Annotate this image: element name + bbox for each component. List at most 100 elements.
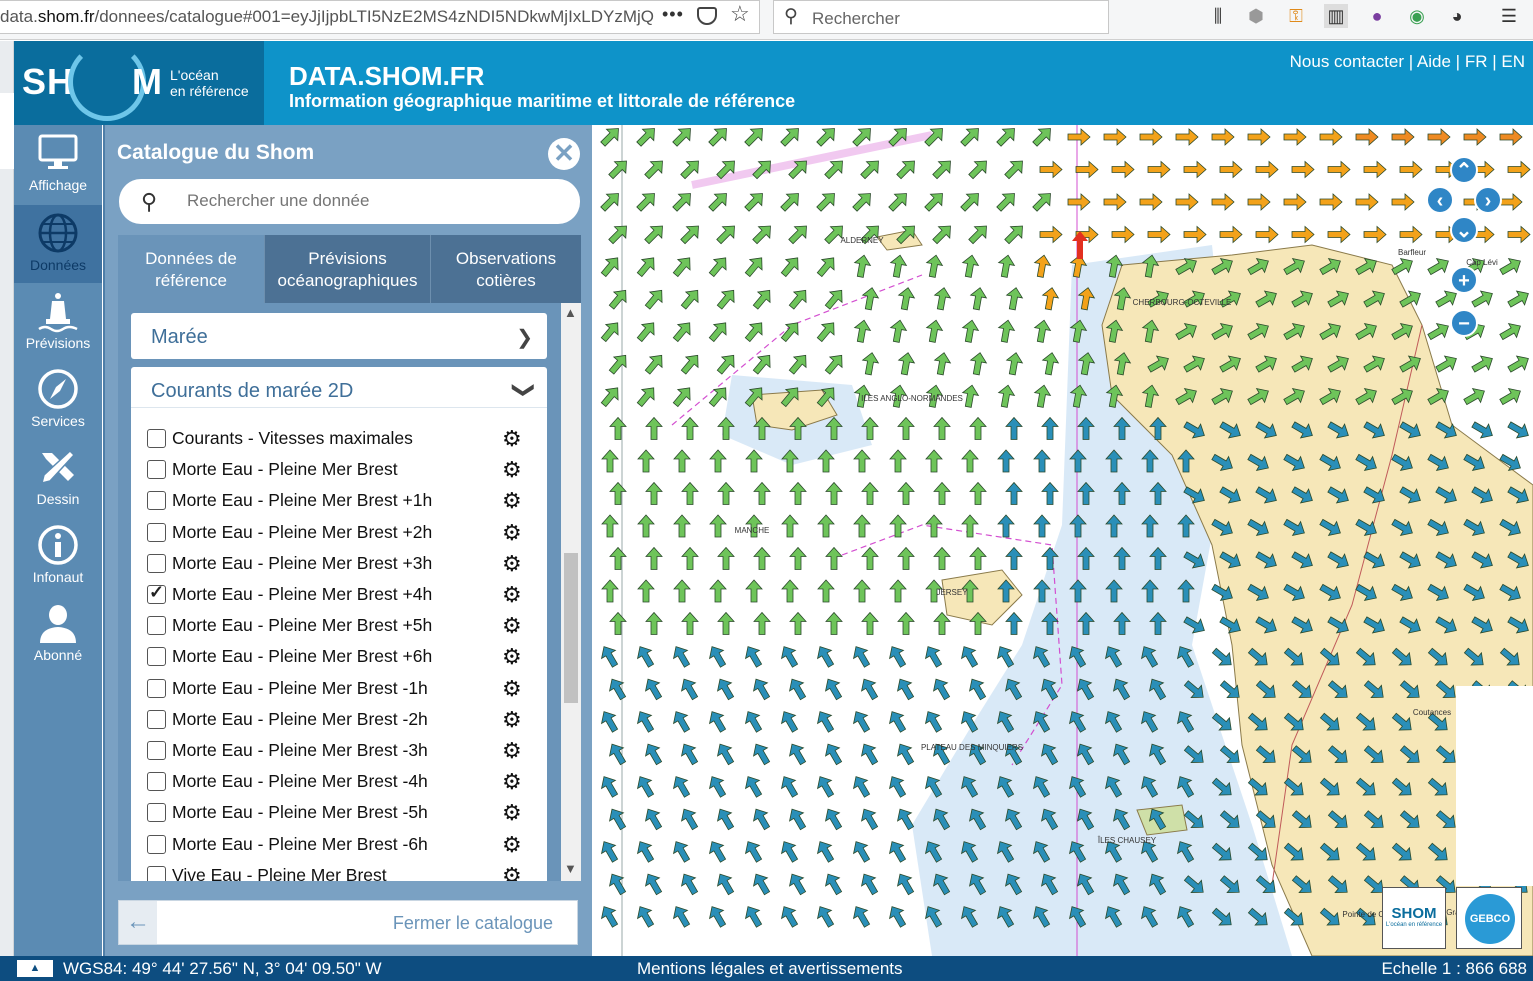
key-icon[interactable]: ⚿ bbox=[1284, 4, 1308, 28]
sidebar-item-dessin[interactable]: Dessin bbox=[14, 439, 102, 517]
browser-search-box[interactable]: ⚲ Rechercher bbox=[773, 0, 1109, 34]
pan-left-icon[interactable]: ‹ bbox=[1426, 186, 1454, 214]
pan-up-icon[interactable]: ⌃ bbox=[1450, 156, 1478, 184]
shom-logo[interactable]: SH M L'océan en référence bbox=[14, 41, 264, 125]
current-arrow bbox=[608, 354, 627, 375]
close-catalogue-button[interactable]: ← Fermer le catalogue bbox=[118, 900, 578, 945]
gear-icon[interactable]: ⚙ bbox=[502, 863, 522, 881]
gear-icon[interactable]: ⚙ bbox=[502, 676, 522, 702]
gear-icon[interactable]: ⚙ bbox=[502, 551, 522, 577]
layer-row[interactable]: Morte Eau - Pleine Mer Brest +6h ⚙ bbox=[147, 644, 532, 672]
current-arrow bbox=[824, 354, 843, 375]
sidebar-item-donnees[interactable]: Données bbox=[14, 205, 102, 283]
contact-link[interactable]: Nous contacter bbox=[1290, 52, 1404, 71]
gear-icon[interactable]: ⚙ bbox=[502, 707, 522, 733]
current-arrow bbox=[716, 354, 735, 375]
layer-checkbox[interactable] bbox=[147, 678, 166, 698]
account-icon[interactable]: ◕ bbox=[1445, 4, 1469, 28]
sidebar-item-services[interactable]: Services bbox=[14, 361, 102, 439]
current-arrow bbox=[1507, 290, 1529, 308]
gear-icon[interactable]: ⚙ bbox=[502, 613, 522, 639]
sidebar-item-affichage[interactable]: Affichage bbox=[14, 125, 102, 203]
catalogue-search-input[interactable] bbox=[187, 191, 557, 211]
layer-checkbox[interactable] bbox=[147, 803, 166, 823]
tab-previsions-oceanographiques[interactable]: Prévisions océanographiques bbox=[264, 235, 430, 303]
extension-color-icon[interactable]: ◉ bbox=[1405, 4, 1429, 28]
gebco-logo[interactable]: GEBCO bbox=[1456, 887, 1522, 949]
layer-checkbox[interactable] bbox=[147, 772, 166, 792]
layer-row[interactable]: Morte Eau - Pleine Mer Brest ⚙ bbox=[147, 457, 532, 485]
layer-row[interactable]: Morte Eau - Pleine Mer Brest +3h ⚙ bbox=[147, 551, 532, 579]
layer-row[interactable]: Morte Eau - Pleine Mer Brest -1h ⚙ bbox=[147, 676, 532, 704]
layer-checkbox[interactable] bbox=[147, 460, 166, 480]
layer-row[interactable]: Courants - Vitesses maximales ⚙ bbox=[147, 426, 532, 454]
sidebar-item-infonaut[interactable]: Infonaut bbox=[14, 517, 102, 595]
lang-fr-link[interactable]: FR bbox=[1465, 52, 1488, 71]
layer-checkbox[interactable] bbox=[147, 553, 166, 573]
layer-row[interactable]: Morte Eau - Pleine Mer Brest -6h ⚙ bbox=[147, 832, 532, 860]
bookmark-star-icon[interactable]: ☆ bbox=[730, 1, 750, 27]
layer-checkbox[interactable] bbox=[147, 834, 166, 854]
layer-label: Morte Eau - Pleine Mer Brest -3h bbox=[172, 740, 428, 760]
zoom-in-icon[interactable]: + bbox=[1450, 266, 1478, 294]
current-arrow bbox=[861, 546, 879, 570]
gear-icon[interactable]: ⚙ bbox=[502, 644, 522, 670]
layer-checkbox[interactable] bbox=[147, 429, 166, 448]
gear-icon[interactable]: ⚙ bbox=[502, 520, 522, 546]
current-arrow bbox=[717, 873, 735, 896]
scroll-up-icon[interactable]: ▲ bbox=[564, 305, 577, 320]
nautical-chart-map[interactable]: CHERBOURG-OCTEVILLE JERSEY ILES ANGLO-NORM… bbox=[592, 125, 1533, 956]
gear-icon[interactable]: ⚙ bbox=[502, 832, 522, 858]
extension-icon[interactable]: ● bbox=[1365, 4, 1389, 28]
layer-row[interactable]: Morte Eau - Pleine Mer Brest +2h ⚙ bbox=[147, 520, 532, 548]
gear-icon[interactable]: ⚙ bbox=[502, 426, 522, 452]
library-icon[interactable]: ⫼ bbox=[1206, 4, 1230, 28]
layer-row[interactable]: Morte Eau - Pleine Mer Brest +4h ⚙ bbox=[147, 582, 532, 610]
map-place-label: ILES ANGLO-NORMANDES bbox=[861, 394, 963, 403]
gear-icon[interactable]: ⚙ bbox=[502, 457, 522, 483]
legal-notice-link[interactable]: Mentions légales et avertissements bbox=[637, 959, 903, 979]
scroll-down-icon[interactable]: ▼ bbox=[564, 861, 577, 876]
layer-checkbox[interactable] bbox=[147, 865, 166, 881]
gear-icon[interactable]: ⚙ bbox=[502, 488, 522, 514]
layer-row[interactable]: Morte Eau - Pleine Mer Brest -4h ⚙ bbox=[147, 769, 532, 797]
zoom-out-icon[interactable]: − bbox=[1450, 309, 1478, 337]
layer-checkbox[interactable] bbox=[147, 491, 166, 511]
list-scrollbar[interactable]: ▲ ▼ bbox=[561, 303, 581, 881]
scroll-thumb[interactable] bbox=[564, 553, 578, 703]
layer-checkbox[interactable] bbox=[147, 616, 166, 636]
close-icon[interactable]: ✕ bbox=[548, 138, 580, 170]
layer-checkbox[interactable] bbox=[147, 741, 166, 760]
layer-row[interactable]: Morte Eau - Pleine Mer Brest -3h ⚙ bbox=[147, 738, 532, 766]
pan-down-icon[interactable]: ⌄ bbox=[1450, 216, 1478, 244]
address-bar[interactable]: data.shom.fr/donnees/catalogue#001=eyJjI… bbox=[0, 0, 760, 34]
sidebar-toggle-icon[interactable]: ▥ bbox=[1324, 4, 1348, 28]
section-maree[interactable]: Marée ❯ bbox=[131, 313, 547, 359]
sidebar-item-abonne[interactable]: Abonné bbox=[14, 595, 102, 673]
help-link[interactable]: Aide bbox=[1417, 52, 1451, 71]
gear-icon[interactable]: ⚙ bbox=[502, 769, 522, 795]
layer-checkbox[interactable] bbox=[147, 647, 166, 667]
layer-row[interactable]: Morte Eau - Pleine Mer Brest -5h ⚙ bbox=[147, 800, 532, 828]
layer-row[interactable]: Morte Eau - Pleine Mer Brest +1h ⚙ bbox=[147, 488, 532, 516]
layer-checkbox[interactable] bbox=[147, 522, 166, 542]
layer-row[interactable]: Morte Eau - Pleine Mer Brest +5h ⚙ bbox=[147, 613, 532, 641]
pan-right-icon[interactable]: › bbox=[1474, 186, 1502, 214]
layer-checkbox[interactable] bbox=[147, 709, 166, 729]
current-arrow bbox=[825, 481, 843, 505]
gear-icon[interactable]: ⚙ bbox=[502, 800, 522, 826]
shom-map-logo[interactable]: SHOM L'océan en référence bbox=[1382, 887, 1446, 949]
page-actions-icon[interactable]: ••• bbox=[662, 4, 684, 25]
tab-donnees-reference[interactable]: Données de référence bbox=[118, 235, 264, 303]
layer-checkbox[interactable] bbox=[147, 582, 166, 604]
lang-en-link[interactable]: EN bbox=[1501, 52, 1525, 71]
sidebar-item-previsions[interactable]: Prévisions bbox=[14, 283, 102, 361]
status-toggle-button[interactable]: ▲ bbox=[17, 960, 53, 977]
layer-row[interactable]: Vive Eau - Pleine Mer Brest ⚙ bbox=[147, 863, 532, 881]
help-shield-icon[interactable]: ⬢ bbox=[1244, 4, 1268, 28]
layer-row[interactable]: Morte Eau - Pleine Mer Brest -2h ⚙ bbox=[147, 707, 532, 735]
gear-icon[interactable]: ⚙ bbox=[502, 738, 522, 764]
hamburger-menu-icon[interactable]: ☰ bbox=[1497, 4, 1521, 28]
tab-observations-cotieres[interactable]: Observations cotières bbox=[430, 235, 581, 303]
gear-icon[interactable]: ⚙ bbox=[502, 582, 522, 608]
